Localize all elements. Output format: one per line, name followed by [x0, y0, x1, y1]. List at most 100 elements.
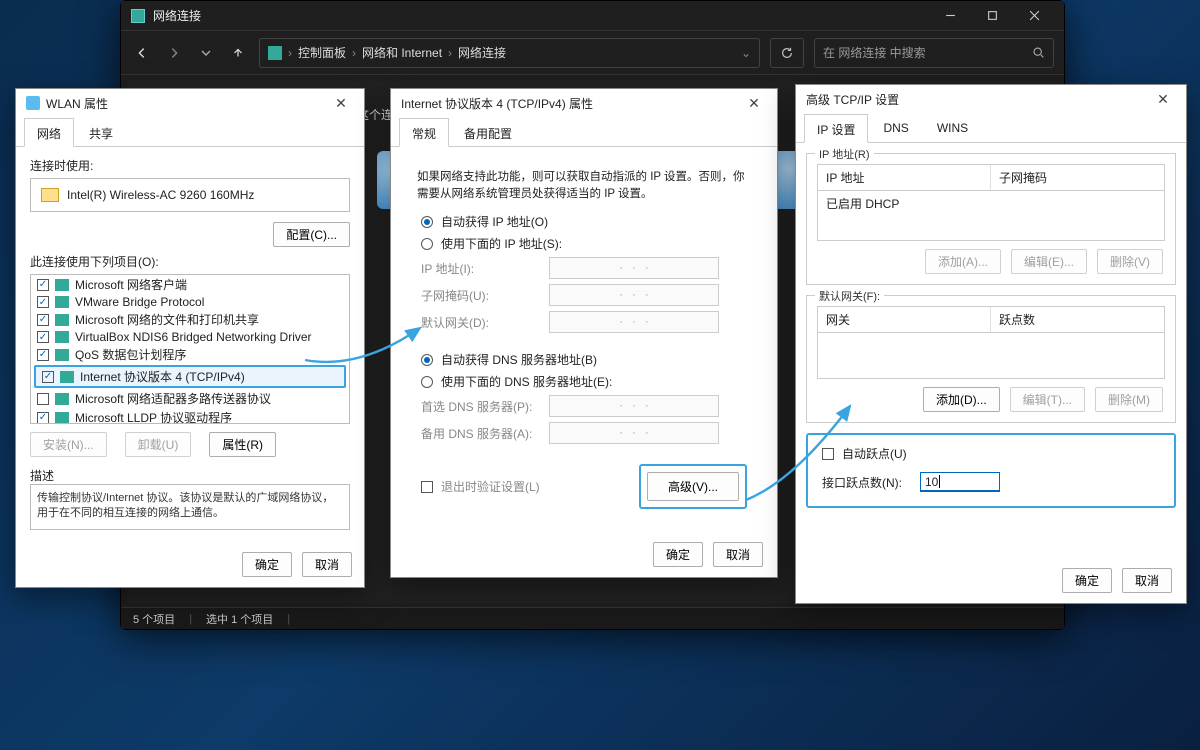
component-item[interactable]: Microsoft 网络的文件和打印机共享	[31, 310, 349, 329]
close-button[interactable]: ✕	[741, 95, 767, 112]
refresh-button[interactable]	[770, 38, 804, 68]
component-item[interactable]: VMware Bridge Protocol	[31, 294, 349, 310]
edit-gw-button[interactable]: 编辑(T)...	[1010, 387, 1085, 412]
tab-wins[interactable]: WINS	[924, 114, 981, 143]
default-gw-label: 默认网关(D):	[421, 314, 541, 331]
properties-button[interactable]: 属性(R)	[209, 432, 276, 457]
add-ip-button[interactable]: 添加(A)...	[925, 249, 1001, 274]
nav-up-button[interactable]	[227, 42, 249, 64]
chevron-down-icon[interactable]: ⌄	[741, 46, 751, 60]
component-checkbox[interactable]	[37, 314, 49, 326]
tab-alternate[interactable]: 备用配置	[451, 118, 525, 147]
edit-ip-button[interactable]: 编辑(E)...	[1011, 249, 1087, 274]
auto-metric-checkbox[interactable]	[822, 448, 834, 460]
intro-text: 如果网络支持此功能，则可以获取自动指派的 IP 设置。否则，你需要从网络系统管理…	[413, 163, 755, 202]
component-checkbox[interactable]	[42, 371, 54, 383]
static-ip-label: 使用下面的 IP 地址(S):	[441, 235, 562, 252]
component-checkbox[interactable]	[37, 279, 49, 291]
component-item[interactable]: VirtualBox NDIS6 Bridged Networking Driv…	[31, 329, 349, 345]
minimize-button[interactable]	[930, 2, 970, 30]
gw-table-body[interactable]	[817, 333, 1165, 379]
components-list[interactable]: Microsoft 网络客户端VMware Bridge ProtocolMic…	[30, 274, 350, 424]
breadcrumb-segment[interactable]: 网络连接	[458, 44, 506, 61]
advanced-tcpip-dialog: 高级 TCP/IP 设置 ✕ IP 设置 DNS WINS IP 地址(R) I…	[795, 84, 1187, 604]
validate-settings-checkbox[interactable]	[421, 481, 433, 493]
configure-button[interactable]: 配置(C)...	[273, 222, 350, 247]
maximize-button[interactable]	[972, 2, 1012, 30]
install-button[interactable]: 安装(N)...	[30, 432, 107, 457]
tab-network[interactable]: 网络	[24, 118, 74, 147]
auto-ip-radio[interactable]	[421, 216, 433, 228]
tab-ip-settings[interactable]: IP 设置	[804, 114, 868, 143]
auto-dns-radio[interactable]	[421, 354, 433, 366]
nav-history-button[interactable]	[195, 42, 217, 64]
add-gw-button[interactable]: 添加(D)...	[923, 387, 1000, 412]
interface-metric-input[interactable]: 10	[920, 472, 1000, 492]
ok-button[interactable]: 确定	[1062, 568, 1112, 593]
static-dns-radio[interactable]	[421, 376, 433, 388]
static-ip-radio[interactable]	[421, 238, 433, 250]
col-mask: 子网掩码	[991, 165, 1164, 190]
tabs: 网络 共享	[16, 117, 364, 147]
subnet-mask-label: 子网掩码(U):	[421, 287, 541, 304]
component-icon	[55, 296, 69, 308]
component-item[interactable]: Microsoft 网络适配器多路传送器协议	[31, 389, 349, 408]
wifi-icon	[26, 96, 40, 110]
cancel-button[interactable]: 取消	[302, 552, 352, 577]
cancel-button[interactable]: 取消	[1122, 568, 1172, 593]
description-text: 传输控制协议/Internet 协议。该协议是默认的广域网络协议，用于在不同的相…	[30, 484, 350, 530]
tab-dns[interactable]: DNS	[870, 114, 921, 143]
component-item[interactable]: QoS 数据包计划程序	[31, 345, 349, 364]
close-button[interactable]	[1014, 2, 1054, 30]
close-button[interactable]: ✕	[1150, 91, 1176, 108]
delete-gw-button[interactable]: 删除(M)	[1095, 387, 1163, 412]
component-label: Microsoft 网络适配器多路传送器协议	[75, 390, 271, 407]
auto-metric-highlight: 自动跃点(U) 接口跃点数(N):10	[806, 433, 1176, 508]
nav-forward-button[interactable]	[163, 42, 185, 64]
component-checkbox[interactable]	[37, 412, 49, 424]
close-button[interactable]: ✕	[328, 95, 354, 112]
tabs: 常规 备用配置	[391, 117, 777, 147]
cancel-button[interactable]: 取消	[713, 542, 763, 567]
component-icon	[55, 279, 69, 291]
component-label: QoS 数据包计划程序	[75, 346, 186, 363]
ip-table-body[interactable]: 已启用 DHCP	[817, 191, 1165, 241]
address-bar[interactable]: › 控制面板 › 网络和 Internet › 网络连接 ⌄	[259, 38, 760, 68]
component-checkbox[interactable]	[37, 296, 49, 308]
dialog-title: WLAN 属性	[46, 95, 328, 112]
component-icon	[55, 331, 69, 343]
tab-general[interactable]: 常规	[399, 118, 449, 147]
component-checkbox[interactable]	[37, 393, 49, 405]
dialog-title: Internet 协议版本 4 (TCP/IPv4) 属性	[401, 95, 741, 112]
ok-button[interactable]: 确定	[653, 542, 703, 567]
breadcrumb-segment[interactable]: 控制面板	[298, 44, 346, 61]
location-icon	[268, 46, 282, 60]
search-icon	[1032, 46, 1045, 59]
col-gw: 网关	[818, 307, 991, 332]
search-box[interactable]: 在 网络连接 中搜索	[814, 38, 1054, 68]
col-ip: IP 地址	[818, 165, 991, 190]
tab-sharing[interactable]: 共享	[76, 118, 126, 147]
component-checkbox[interactable]	[37, 349, 49, 361]
tabs: IP 设置 DNS WINS	[796, 113, 1186, 143]
auto-dns-label: 自动获得 DNS 服务器地址(B)	[441, 351, 597, 368]
nav-back-button[interactable]	[131, 42, 153, 64]
component-icon	[60, 371, 74, 383]
breadcrumb-segment[interactable]: 网络和 Internet	[362, 44, 442, 61]
delete-ip-button[interactable]: 删除(V)	[1097, 249, 1163, 274]
uninstall-button[interactable]: 卸载(U)	[125, 432, 192, 457]
component-item[interactable]: Microsoft 网络客户端	[31, 275, 349, 294]
adapter-box: Intel(R) Wireless-AC 9260 160MHz	[30, 178, 350, 212]
static-dns-label: 使用下面的 DNS 服务器地址(E):	[441, 373, 612, 390]
status-bar: 5 个项目 | 选中 1 个项目 |	[121, 607, 1064, 629]
component-label: Microsoft 网络客户端	[75, 276, 187, 293]
explorer-titlebar: 网络连接	[121, 1, 1064, 31]
ok-button[interactable]: 确定	[242, 552, 292, 577]
component-icon	[55, 349, 69, 361]
advanced-button[interactable]: 高级(V)...	[647, 472, 739, 501]
component-icon	[55, 412, 69, 424]
component-checkbox[interactable]	[37, 331, 49, 343]
explorer-title: 网络连接	[153, 7, 930, 24]
component-item[interactable]: Microsoft LLDP 协议驱动程序	[31, 408, 349, 424]
component-item[interactable]: Internet 协议版本 4 (TCP/IPv4)	[34, 365, 346, 388]
